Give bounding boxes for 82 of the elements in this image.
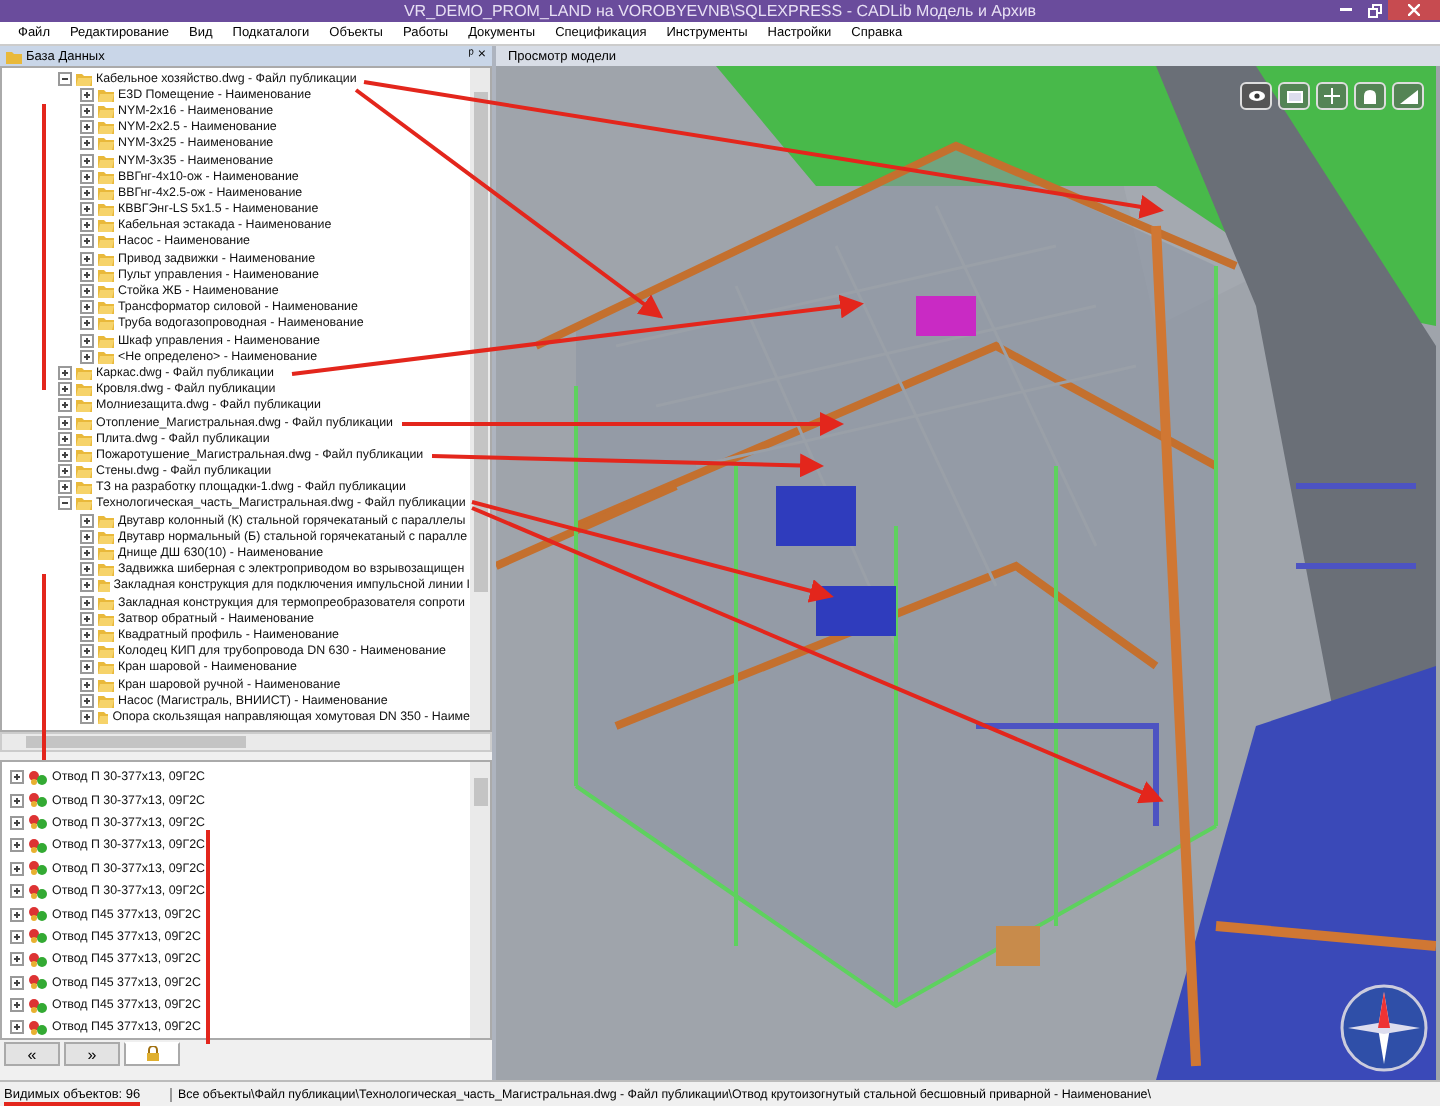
expand-toggle-icon[interactable] — [80, 202, 94, 217]
pipe-fitting-icon — [28, 837, 48, 854]
compass-icon[interactable] — [1340, 984, 1428, 1072]
expand-toggle-icon[interactable] — [80, 136, 94, 151]
pipe-fitting-icon — [28, 906, 48, 923]
layers-icon[interactable] — [1278, 82, 1310, 110]
lock-icon — [145, 1046, 159, 1062]
expand-toggle-icon[interactable] — [80, 316, 94, 331]
collapse-toggle-icon[interactable] — [58, 71, 72, 86]
pipe-fitting-icon — [28, 974, 48, 991]
expand-toggle-icon[interactable] — [80, 284, 94, 299]
expand-toggle-icon[interactable] — [80, 153, 94, 168]
expand-toggle-icon[interactable] — [10, 929, 24, 944]
folder-icon — [76, 71, 92, 86]
expand-toggle-icon[interactable] — [58, 431, 72, 446]
expand-toggle-icon[interactable] — [80, 267, 94, 282]
expand-toggle-icon[interactable] — [80, 234, 94, 249]
panel-tab[interactable]: « — [4, 1042, 60, 1066]
expand-toggle-icon[interactable] — [10, 907, 24, 922]
expand-toggle-icon[interactable] — [10, 952, 24, 967]
expand-toggle-icon[interactable] — [80, 218, 94, 233]
expand-toggle-icon[interactable] — [80, 103, 94, 118]
pipe-fitting-icon — [28, 997, 48, 1014]
expand-toggle-icon[interactable] — [80, 627, 94, 642]
expand-toggle-icon[interactable] — [10, 998, 24, 1013]
expand-toggle-icon[interactable] — [10, 838, 24, 853]
expand-toggle-icon[interactable] — [80, 185, 94, 200]
collapse-toggle-icon[interactable] — [58, 496, 72, 511]
horizontal-scrollbar[interactable] — [0, 732, 492, 752]
annotation-line — [4, 1102, 140, 1106]
pipe-fitting-icon — [28, 951, 48, 968]
lock-tab[interactable] — [124, 1042, 180, 1066]
restore-icon — [1367, 3, 1381, 17]
pipe-fitting-icon — [28, 792, 48, 809]
pipe-fitting-icon — [28, 928, 48, 945]
expand-toggle-icon[interactable] — [58, 382, 72, 397]
vertical-scrollbar[interactable] — [470, 762, 490, 1038]
expand-toggle-icon[interactable] — [58, 464, 72, 479]
expand-toggle-icon[interactable] — [80, 300, 94, 315]
eye-icon[interactable] — [1240, 82, 1272, 110]
expand-toggle-icon[interactable] — [80, 169, 94, 184]
expand-toggle-icon[interactable] — [58, 398, 72, 413]
pipe-fitting-icon — [28, 1019, 48, 1036]
expand-toggle-icon[interactable] — [80, 611, 94, 626]
close-button[interactable] — [1388, 0, 1440, 20]
expand-toggle-icon[interactable] — [80, 251, 94, 266]
expand-toggle-icon[interactable] — [10, 770, 24, 785]
close-icon — [1408, 4, 1420, 16]
panel-tab[interactable]: » — [64, 1042, 120, 1066]
expand-toggle-icon[interactable] — [80, 562, 94, 577]
expand-toggle-icon[interactable] — [58, 480, 72, 495]
expand-toggle-icon[interactable] — [80, 660, 94, 675]
pipe-fitting-icon — [28, 769, 48, 786]
expand-toggle-icon[interactable] — [10, 815, 24, 830]
expand-toggle-icon[interactable] — [80, 578, 94, 593]
expand-toggle-icon[interactable] — [58, 447, 72, 462]
expand-toggle-icon[interactable] — [58, 365, 72, 380]
vertical-scrollbar[interactable] — [470, 68, 490, 730]
window-title: VR_DEMO_PROM_LAND на VOROBYEVNB\SQLEXPRESS - CADLib Модель и Архив — [403, 1, 1037, 21]
pipe-fitting-icon — [28, 814, 48, 831]
expand-toggle-icon[interactable] — [80, 709, 94, 724]
expand-toggle-icon[interactable] — [10, 1020, 24, 1035]
expand-toggle-icon[interactable] — [10, 861, 24, 876]
expand-toggle-icon[interactable] — [80, 693, 94, 708]
expand-toggle-icon[interactable] — [80, 349, 94, 364]
expand-toggle-icon[interactable] — [10, 884, 24, 899]
expand-toggle-icon[interactable] — [80, 513, 94, 528]
expand-toggle-icon[interactable] — [80, 120, 94, 135]
minimize-icon — [1340, 8, 1352, 12]
expand-toggle-icon[interactable] — [10, 793, 24, 808]
expand-toggle-icon[interactable] — [80, 529, 94, 544]
pipe-fitting-icon — [28, 860, 48, 877]
expand-toggle-icon[interactable] — [80, 87, 94, 102]
pipe-fitting-icon — [28, 883, 48, 900]
expand-toggle-icon[interactable] — [80, 644, 94, 659]
expand-toggle-icon[interactable] — [80, 677, 94, 692]
expand-toggle-icon[interactable] — [80, 546, 94, 561]
expand-toggle-icon[interactable] — [80, 333, 94, 348]
expand-toggle-icon[interactable] — [10, 975, 24, 990]
expand-toggle-icon[interactable] — [80, 595, 94, 610]
3d-model-drawing[interactable] — [496, 66, 1436, 1080]
expand-toggle-icon[interactable] — [58, 415, 72, 430]
